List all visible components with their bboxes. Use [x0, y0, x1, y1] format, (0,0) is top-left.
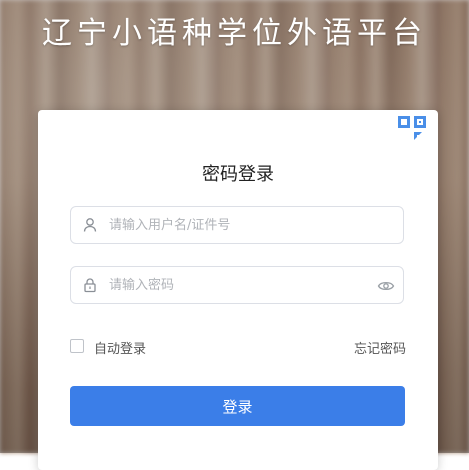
login-card: 密码登录 自动登录 忘记密码 登录: [38, 110, 438, 470]
login-options-row: 自动登录 忘记密码: [70, 338, 406, 358]
qr-code-icon[interactable]: [392, 110, 438, 156]
username-input[interactable]: [109, 207, 359, 243]
auto-login-label[interactable]: 自动登录: [94, 338, 146, 357]
auto-login-checkbox[interactable]: [70, 339, 84, 353]
password-input[interactable]: [109, 267, 359, 303]
login-button[interactable]: 登录: [70, 386, 405, 426]
user-icon: [82, 217, 98, 233]
forgot-password-link[interactable]: 忘记密码: [354, 338, 406, 357]
password-field[interactable]: [70, 266, 404, 304]
lock-icon: [82, 277, 98, 293]
username-field[interactable]: [70, 206, 404, 244]
page-title: 辽宁小语种学位外语平台: [42, 16, 427, 51]
eye-icon[interactable]: [377, 278, 395, 294]
login-title: 密码登录: [202, 164, 274, 185]
